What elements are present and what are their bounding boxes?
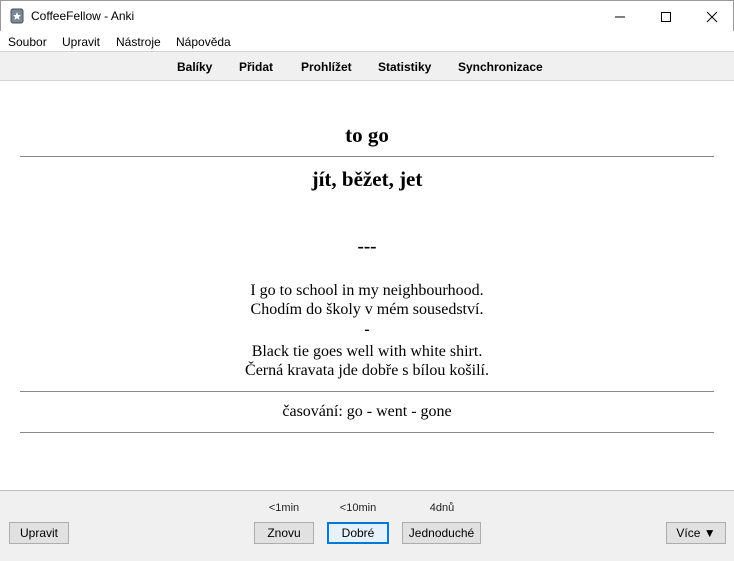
anki-app-icon: [10, 8, 24, 24]
again-button[interactable]: Znovu: [254, 522, 314, 544]
more-button[interactable]: Více ▼: [666, 522, 726, 544]
close-button[interactable]: [689, 1, 734, 32]
example-line: Chodím do školy v mém sousedství.: [250, 301, 484, 318]
example-dash: -: [364, 321, 370, 338]
bottom-divider: [20, 432, 714, 433]
toolbar-prohlizet[interactable]: Prohlížet: [301, 60, 352, 74]
menu-upravit[interactable]: Upravit: [62, 35, 100, 49]
example-line: Černá kravata jde dobře s bílou košilí.: [245, 362, 489, 379]
minimize-button[interactable]: [597, 1, 643, 32]
title-bar: CoffeeFellow - Anki: [0, 0, 734, 31]
toolbar-pridat[interactable]: Přidat: [239, 60, 273, 74]
interval-again: <1min: [268, 502, 300, 514]
example-line: I go to school in my neighbourhood.: [250, 282, 484, 299]
interval-good: <10min: [339, 502, 377, 514]
menu-nastroje[interactable]: Nástroje: [116, 35, 161, 49]
card-back: jít, běžet, jet: [311, 167, 423, 191]
toolbar-baliky[interactable]: Balíky: [177, 60, 212, 74]
example-line: Black tie goes well with white shirt.: [251, 343, 483, 360]
examples-divider: [20, 391, 714, 392]
card-separator: ---: [357, 236, 377, 257]
card-view: to go jít, běžet, jet --- I go to school…: [0, 81, 734, 490]
toolbar-statistiky[interactable]: Statistiky: [378, 60, 431, 74]
answer-bar: <1min <10min 4dnů Upravit Znovu Dobré Je…: [0, 490, 734, 561]
toolbar-synchronizace[interactable]: Synchronizace: [458, 60, 543, 74]
menu-bar: Soubor Upravit Nástroje Nápověda: [0, 31, 734, 51]
front-divider: [20, 156, 714, 157]
window-title: CoffeeFellow - Anki: [31, 9, 135, 23]
conjugation-text: časování: go - went - gone: [282, 403, 452, 420]
good-button[interactable]: Dobré: [327, 522, 389, 544]
edit-button[interactable]: Upravit: [9, 522, 69, 544]
interval-easy: 4dnů: [429, 502, 455, 514]
menu-soubor[interactable]: Soubor: [8, 35, 47, 49]
main-toolbar: Balíky Přidat Prohlížet Statistiky Synch…: [0, 51, 734, 81]
easy-button[interactable]: Jednoduché: [402, 522, 481, 544]
maximize-button[interactable]: [643, 1, 689, 32]
menu-napoveda[interactable]: Nápověda: [176, 35, 231, 49]
card-front: to go: [345, 123, 389, 147]
